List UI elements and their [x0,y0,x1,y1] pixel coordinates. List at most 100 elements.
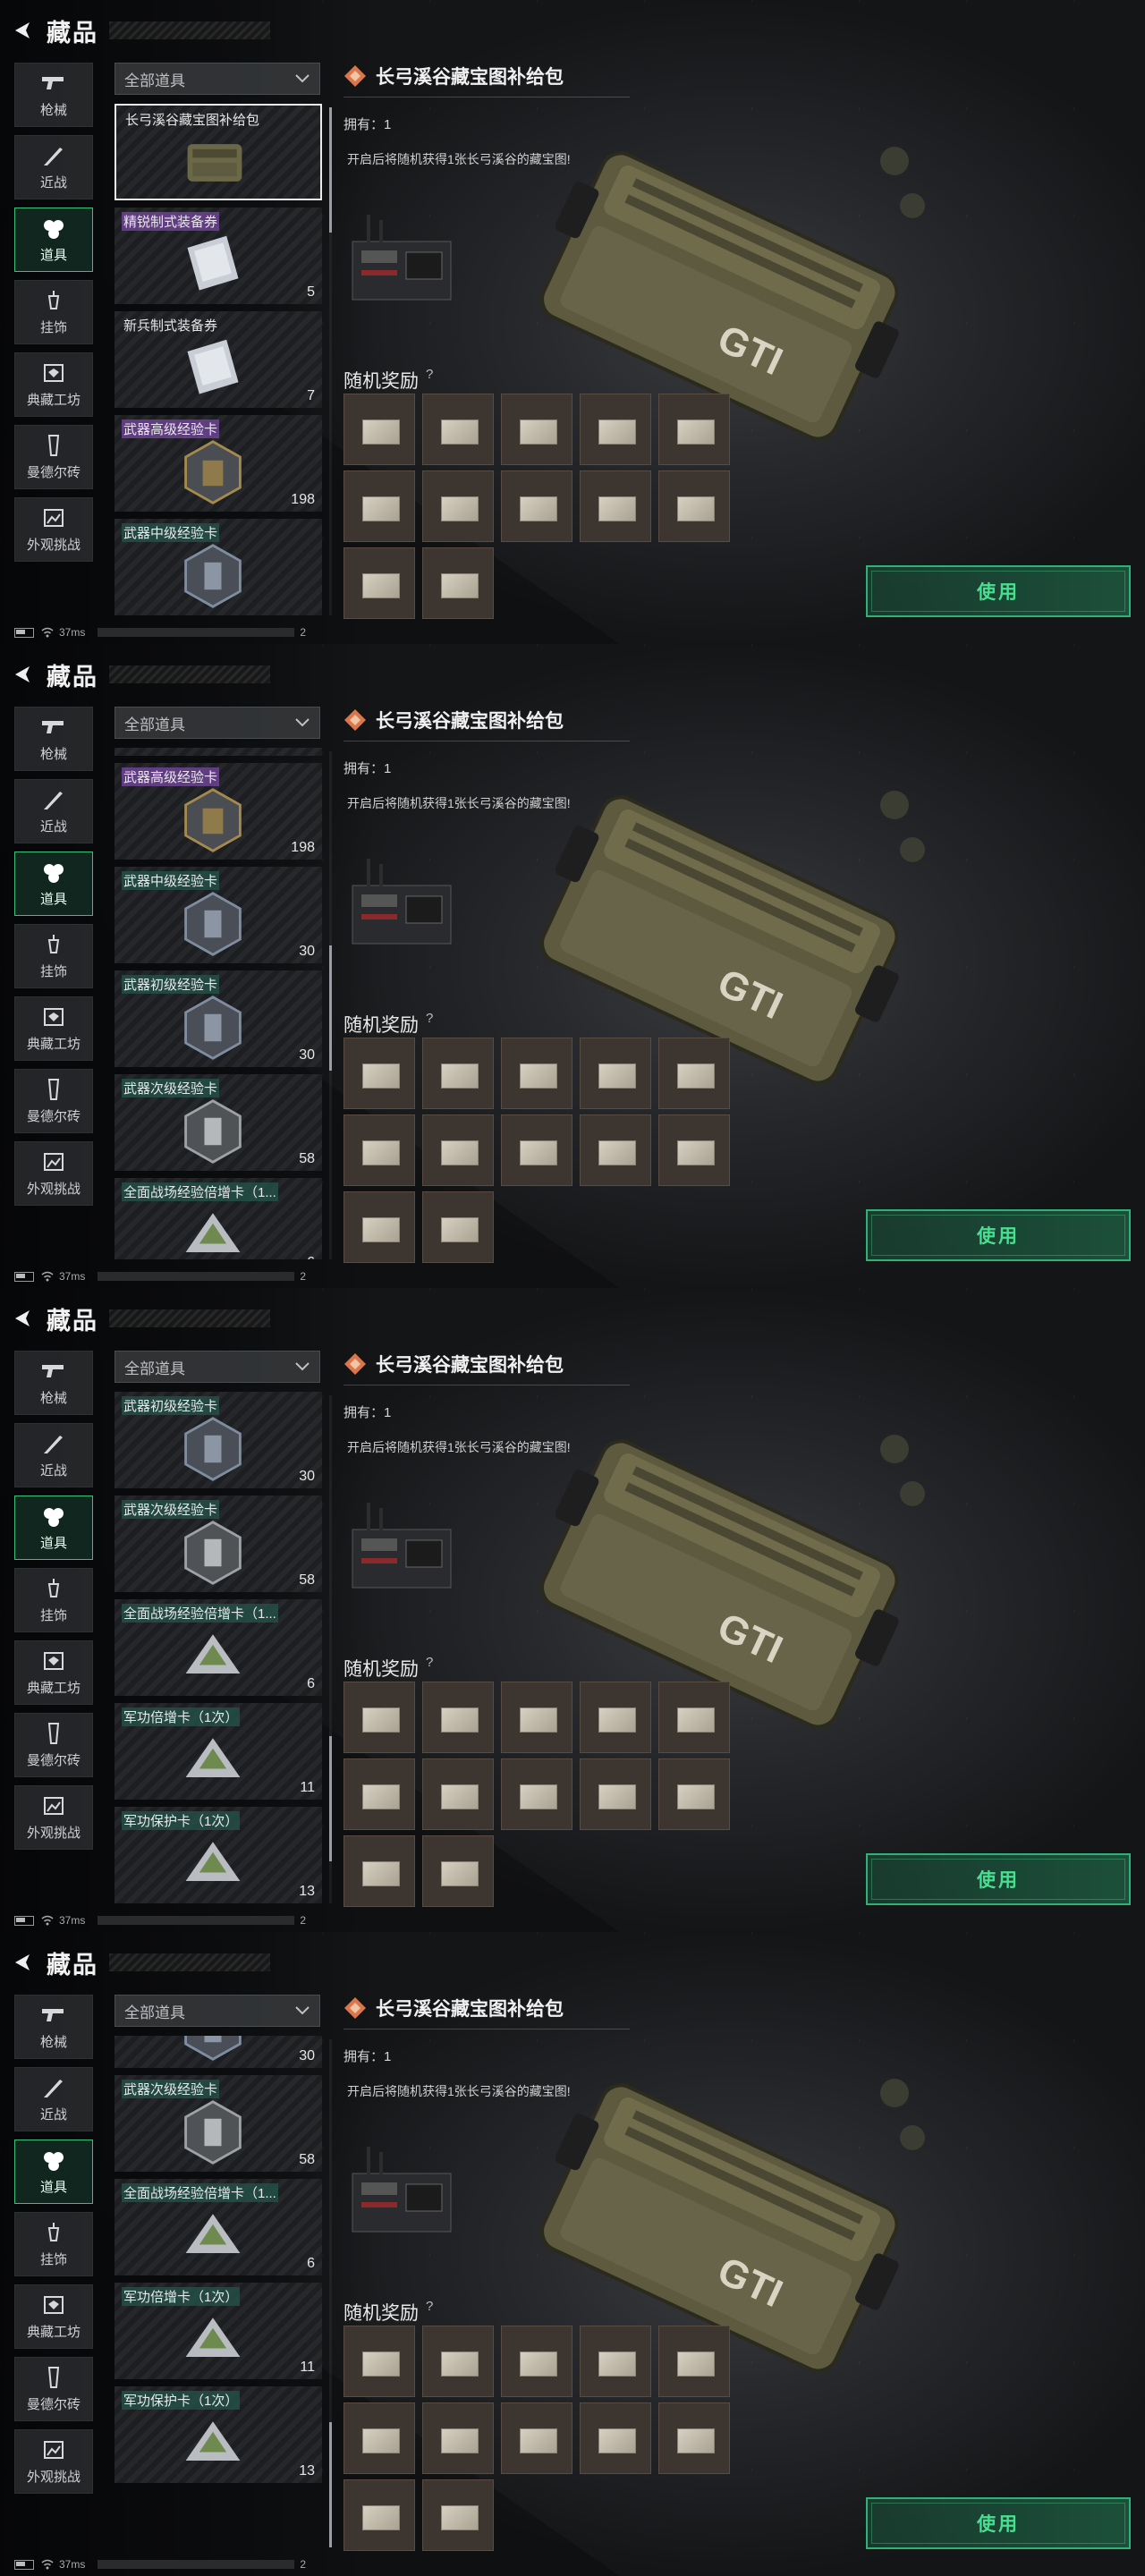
nav-item-5[interactable]: 曼德尔砖 [14,1713,93,1777]
list-item[interactable]: 新兵制式装备券7 [114,311,322,408]
list-item[interactable]: 武器高级经验卡 198 [114,763,322,860]
nav-item-2[interactable]: 道具 [14,208,93,272]
nav-item-0[interactable]: 枪械 [14,63,93,127]
reward-slot[interactable] [658,470,730,542]
nav-item-4[interactable]: 典藏工坊 [14,2284,93,2349]
list-item[interactable]: 军功倍增卡（1次） 11 [114,2283,322,2380]
nav-item-6[interactable]: 外观挑战 [14,1785,93,1850]
list-item[interactable]: 武器初级经验卡30 [114,2036,322,2069]
nav-item-2[interactable]: 道具 [14,2140,93,2204]
nav-item-3[interactable]: 挂饰 [14,2212,93,2276]
use-button[interactable]: 使用 [866,565,1131,617]
reward-slot[interactable] [344,1038,415,1109]
reward-slot[interactable] [658,1758,730,1830]
item-list[interactable]: 长弓溪谷藏宝图补给包精锐制式装备券5新兵制式装备券7武器高级经验卡198武器中级… [114,2036,322,2547]
list-item[interactable]: 武器次级经验卡 58 [114,2075,322,2173]
nav-item-2[interactable]: 道具 [14,1496,93,1560]
nav-item-1[interactable]: 近战 [14,1423,93,1487]
help-icon[interactable]: ? [426,1655,433,1670]
reward-slot[interactable] [422,2326,494,2397]
item-list-scrollbar[interactable] [329,107,332,615]
reward-slot[interactable] [501,1682,572,1753]
nav-item-4[interactable]: 典藏工坊 [14,1640,93,1705]
reward-slot[interactable] [580,2326,651,2397]
reward-slot[interactable] [658,2326,730,2397]
item-list-scrollbar[interactable] [329,2039,332,2547]
list-item[interactable]: 军功保护卡（1次） 13 [114,1807,322,1903]
list-item[interactable]: 武器初级经验卡30 [114,1392,322,1488]
reward-slot[interactable] [422,2479,494,2551]
nav-item-0[interactable]: 枪械 [14,707,93,771]
reward-slot[interactable] [422,470,494,542]
item-list-scrollbar[interactable] [329,1395,332,1903]
nav-item-0[interactable]: 枪械 [14,1995,93,2059]
list-item[interactable]: 军功保护卡（1次） 13 [114,2386,322,2484]
list-item[interactable]: 军功倍增卡（1次） 11 [114,1703,322,1800]
reward-slot[interactable] [658,2402,730,2474]
item-list[interactable]: 长弓溪谷藏宝图补给包精锐制式装备券5新兵制式装备券7武器高级经验卡198武器中级… [114,1392,322,1903]
nav-item-6[interactable]: 外观挑战 [14,1141,93,1206]
reward-slot[interactable] [422,2402,494,2474]
reward-slot[interactable] [344,1835,415,1907]
item-list-scrollbar[interactable] [329,751,332,1259]
nav-item-5[interactable]: 曼德尔砖 [14,425,93,489]
reward-slot[interactable] [344,2402,415,2474]
use-button[interactable]: 使用 [866,1209,1131,1261]
back-button[interactable] [11,19,34,42]
reward-slot[interactable] [501,1038,572,1109]
reward-slot[interactable] [422,1038,494,1109]
reward-slot[interactable] [422,1682,494,1753]
reward-slot[interactable] [580,1682,651,1753]
reward-slot[interactable] [344,470,415,542]
reward-slot[interactable] [501,2402,572,2474]
nav-item-1[interactable]: 近战 [14,779,93,843]
item-list[interactable]: 长弓溪谷藏宝图补给包精锐制式装备券5新兵制式装备券7武器高级经验卡198武器中级… [114,748,322,1259]
reward-slot[interactable] [344,2479,415,2551]
reward-slot[interactable] [580,1114,651,1186]
reward-slot[interactable] [344,1758,415,1830]
back-button[interactable] [11,663,34,686]
reward-slot[interactable] [658,1682,730,1753]
scrollbar-thumb[interactable] [329,945,332,1072]
scrollbar-thumb[interactable] [329,107,332,233]
nav-item-3[interactable]: 挂饰 [14,1568,93,1632]
nav-item-0[interactable]: 枪械 [14,1351,93,1415]
scrollbar-thumb[interactable] [329,2422,332,2547]
nav-item-4[interactable]: 典藏工坊 [14,996,93,1061]
reward-slot[interactable] [501,394,572,465]
nav-item-5[interactable]: 曼德尔砖 [14,2357,93,2421]
reward-slot[interactable] [422,547,494,619]
scrollbar-thumb[interactable] [329,1735,332,1861]
reward-slot[interactable] [658,394,730,465]
back-button[interactable] [11,1307,34,1330]
reward-slot[interactable] [344,1114,415,1186]
reward-slot[interactable] [422,1758,494,1830]
reward-slot[interactable] [344,1191,415,1263]
list-item[interactable]: 武器初级经验卡30 [114,970,322,1068]
help-icon[interactable]: ? [426,2299,433,2314]
nav-item-1[interactable]: 近战 [14,135,93,199]
list-item[interactable]: 长弓溪谷藏宝图补给包 [114,104,322,200]
back-button[interactable] [11,1951,34,1974]
reward-slot[interactable] [501,1114,572,1186]
list-item[interactable]: 精锐制式装备券 5 [114,208,322,304]
reward-slot[interactable] [580,1038,651,1109]
use-button[interactable]: 使用 [866,1853,1131,1905]
reward-slot[interactable] [344,1682,415,1753]
use-button[interactable]: 使用 [866,2497,1131,2549]
reward-slot[interactable] [501,1758,572,1830]
reward-slot[interactable] [580,470,651,542]
reward-slot[interactable] [658,1038,730,1109]
list-item[interactable]: 武器次级经验卡 58 [114,1074,322,1172]
reward-slot[interactable] [422,1191,494,1263]
item-list[interactable]: 长弓溪谷藏宝图补给包精锐制式装备券5新兵制式装备券7武器高级经验卡198武器中级… [114,104,322,615]
reward-slot[interactable] [580,1758,651,1830]
nav-item-4[interactable]: 典藏工坊 [14,352,93,417]
list-item[interactable]: 全面战场经验倍增卡（1... 6 [114,1599,322,1696]
list-item[interactable]: 全面战场经验倍增卡（1... 6 [114,2179,322,2276]
reward-slot[interactable] [501,470,572,542]
item-filter-dropdown[interactable]: 全部道具 [114,1351,320,1383]
list-item[interactable]: 武器次级经验卡 58 [114,1496,322,1592]
list-item[interactable]: 新兵制式装备券7 [114,748,322,757]
nav-item-3[interactable]: 挂饰 [14,924,93,988]
